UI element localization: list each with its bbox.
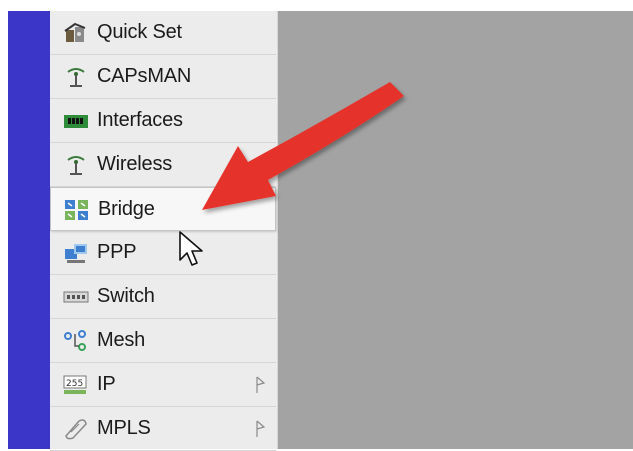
mouse-cursor-icon — [179, 231, 203, 266]
menu-item-mesh[interactable]: Mesh — [50, 319, 276, 363]
svg-text:255: 255 — [66, 379, 83, 389]
menu-item-switch[interactable]: Switch — [50, 275, 276, 319]
submenu-arrow-icon — [255, 375, 267, 395]
mesh-icon — [63, 330, 89, 352]
quick-set-icon — [63, 22, 89, 44]
menu-item-label: Interfaces — [97, 109, 183, 131]
switch-icon — [63, 286, 89, 308]
menu-item-label: Switch — [97, 285, 155, 307]
mpls-icon — [63, 418, 89, 440]
menu-item-label: Mesh — [97, 329, 146, 351]
interfaces-icon — [63, 110, 89, 132]
capsman-antenna-icon — [63, 66, 89, 88]
menu-item-mpls[interactable]: MPLS — [50, 407, 276, 451]
menu-item-ppp[interactable]: PPP — [50, 231, 276, 275]
ppp-icon — [63, 242, 89, 264]
menu-item-label: PPP — [97, 241, 137, 263]
menu-item-ip[interactable]: 255 IP — [50, 363, 276, 407]
menu-item-label: CAPsMAN — [97, 65, 192, 87]
menu-item-label: Wireless — [97, 153, 173, 175]
wireless-antenna-icon — [63, 154, 89, 176]
menu-item-label: Quick Set — [97, 21, 182, 43]
main-menu: Quick Set CAPsMAN Interfaces Wireless Br… — [50, 11, 278, 451]
menu-item-label: IP — [97, 373, 116, 395]
annotation-arrow — [202, 82, 404, 210]
ip-icon: 255 — [63, 374, 89, 396]
menu-item-label: MPLS — [97, 417, 151, 439]
menu-item-quick-set[interactable]: Quick Set — [50, 11, 276, 55]
menu-item-label: Bridge — [98, 198, 155, 220]
sidebar-brand-stripe — [8, 11, 50, 449]
submenu-arrow-icon — [255, 419, 267, 439]
bridge-icon — [64, 199, 90, 221]
